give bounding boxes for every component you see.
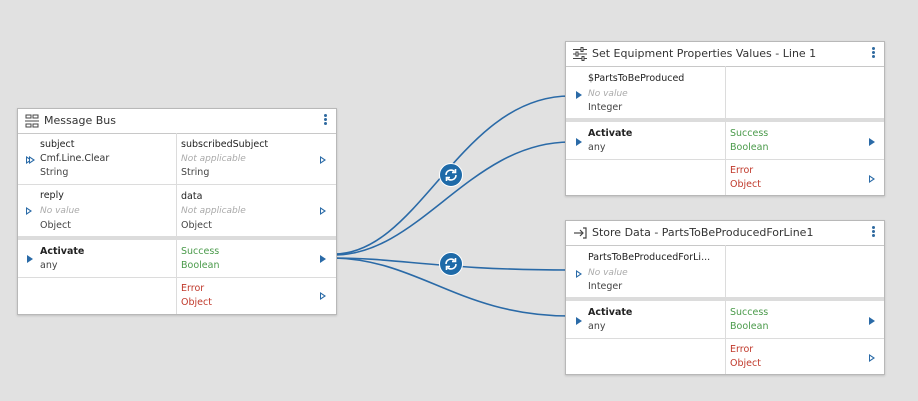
store-data-node[interactable]: Store Data - PartsToBeProducedForLine1 P…: [565, 220, 885, 375]
activate-port-arrow-icon[interactable]: [576, 138, 582, 146]
port-name: subscribedSubject: [181, 139, 269, 150]
success-port-name: Success: [181, 246, 220, 257]
node-header[interactable]: Store Data - PartsToBeProducedForLine1: [566, 221, 884, 246]
success-port-type: Boolean: [730, 321, 769, 332]
activate-port-arrow-icon[interactable]: [27, 255, 33, 263]
converter-badge-1[interactable]: [439, 163, 463, 187]
success-port-name: Success: [730, 128, 769, 139]
port-value: Not applicable: [181, 154, 246, 164]
wire-success-to-activate-1[interactable]: [333, 141, 571, 256]
port-name: Activate: [40, 246, 85, 257]
error-port-name: Error: [730, 165, 754, 176]
convert-icon: [445, 258, 457, 270]
node-title: Message Bus: [44, 114, 116, 127]
port-name: data: [181, 191, 203, 202]
input-port-arrow-icon: [29, 156, 35, 164]
set-equipment-node[interactable]: Set Equipment Properties Values - Line 1…: [565, 41, 885, 196]
kebab-menu-icon[interactable]: [869, 225, 877, 239]
kebab-menu-icon[interactable]: [321, 113, 329, 127]
port-type: any: [40, 260, 58, 271]
port-type: Object: [40, 220, 71, 231]
message-bus-node[interactable]: Message Bus subject Cmf.Line.Clear Strin…: [17, 108, 337, 315]
port-row: PartsToBeProducedForLi... No value Integ…: [566, 245, 884, 301]
port-value[interactable]: No value: [588, 267, 628, 279]
input-port-arrow-icon[interactable]: [26, 207, 32, 215]
port-type: Integer: [588, 281, 623, 292]
input-port-arrow-icon[interactable]: [576, 270, 582, 278]
port-name: subject: [40, 139, 75, 150]
port-row: subject Cmf.Line.Clear String subscribed…: [18, 133, 336, 185]
error-port-name: Error: [181, 283, 205, 294]
node-title: Store Data - PartsToBeProducedForLine1: [592, 226, 814, 239]
activate-port-arrow-icon[interactable]: [576, 317, 582, 325]
node-header[interactable]: Message Bus: [18, 109, 336, 134]
error-row: Error Object: [18, 277, 336, 314]
port-value: Not applicable: [181, 206, 246, 216]
error-port-arrow-icon[interactable]: [320, 292, 326, 300]
port-type: String: [40, 167, 69, 178]
port-value[interactable]: No value: [588, 88, 628, 100]
success-port-type: Boolean: [730, 142, 769, 153]
input-port-arrow-icon[interactable]: [576, 91, 582, 99]
port-name: Activate: [588, 307, 633, 318]
port-type: String: [181, 167, 210, 178]
node-title: Set Equipment Properties Values - Line 1: [592, 47, 817, 60]
port-type: Object: [181, 220, 212, 231]
success-port-arrow-icon[interactable]: [869, 138, 875, 146]
store-arrow-icon: [574, 227, 587, 239]
error-port-arrow-icon[interactable]: [869, 354, 875, 362]
converter-badge-2[interactable]: [439, 252, 463, 276]
error-row: Error Object: [566, 159, 884, 195]
error-port-type: Object: [730, 358, 761, 369]
error-port-name: Error: [730, 344, 754, 355]
port-name: PartsToBeProducedForLi...: [588, 252, 711, 263]
port-name: $PartsToBeProduced: [588, 73, 685, 84]
convert-icon: [445, 169, 457, 181]
port-type: Integer: [588, 102, 623, 113]
port-row: $PartsToBeProduced No value Integer: [566, 66, 884, 122]
port-name: Activate: [588, 128, 633, 139]
port-row: reply No value Object data Not applicabl…: [18, 185, 336, 240]
success-port-name: Success: [730, 307, 769, 318]
output-port-arrow-icon[interactable]: [320, 207, 326, 215]
sliders-icon: [573, 47, 587, 61]
error-port-type: Object: [181, 297, 212, 308]
error-port-arrow-icon[interactable]: [869, 175, 875, 183]
kebab-menu-icon[interactable]: [869, 46, 877, 60]
error-port-type: Object: [730, 179, 761, 190]
port-value[interactable]: Cmf.Line.Clear: [40, 153, 109, 165]
success-port-arrow-icon[interactable]: [869, 317, 875, 325]
activate-row: Activate any Success Boolean: [566, 122, 884, 160]
node-header[interactable]: Set Equipment Properties Values - Line 1: [566, 42, 884, 67]
output-port-arrow-icon[interactable]: [320, 156, 326, 164]
port-type: any: [588, 321, 606, 332]
activate-row: Activate any Success Boolean: [566, 301, 884, 339]
port-name: reply: [40, 190, 64, 201]
port-type: any: [588, 142, 606, 153]
activate-row: Activate any Success Boolean: [18, 240, 336, 278]
success-port-type: Boolean: [181, 260, 220, 271]
port-value[interactable]: No value: [40, 205, 80, 217]
error-row: Error Object: [566, 338, 884, 374]
success-port-arrow-icon[interactable]: [320, 255, 326, 263]
message-bus-icon: [25, 114, 39, 128]
